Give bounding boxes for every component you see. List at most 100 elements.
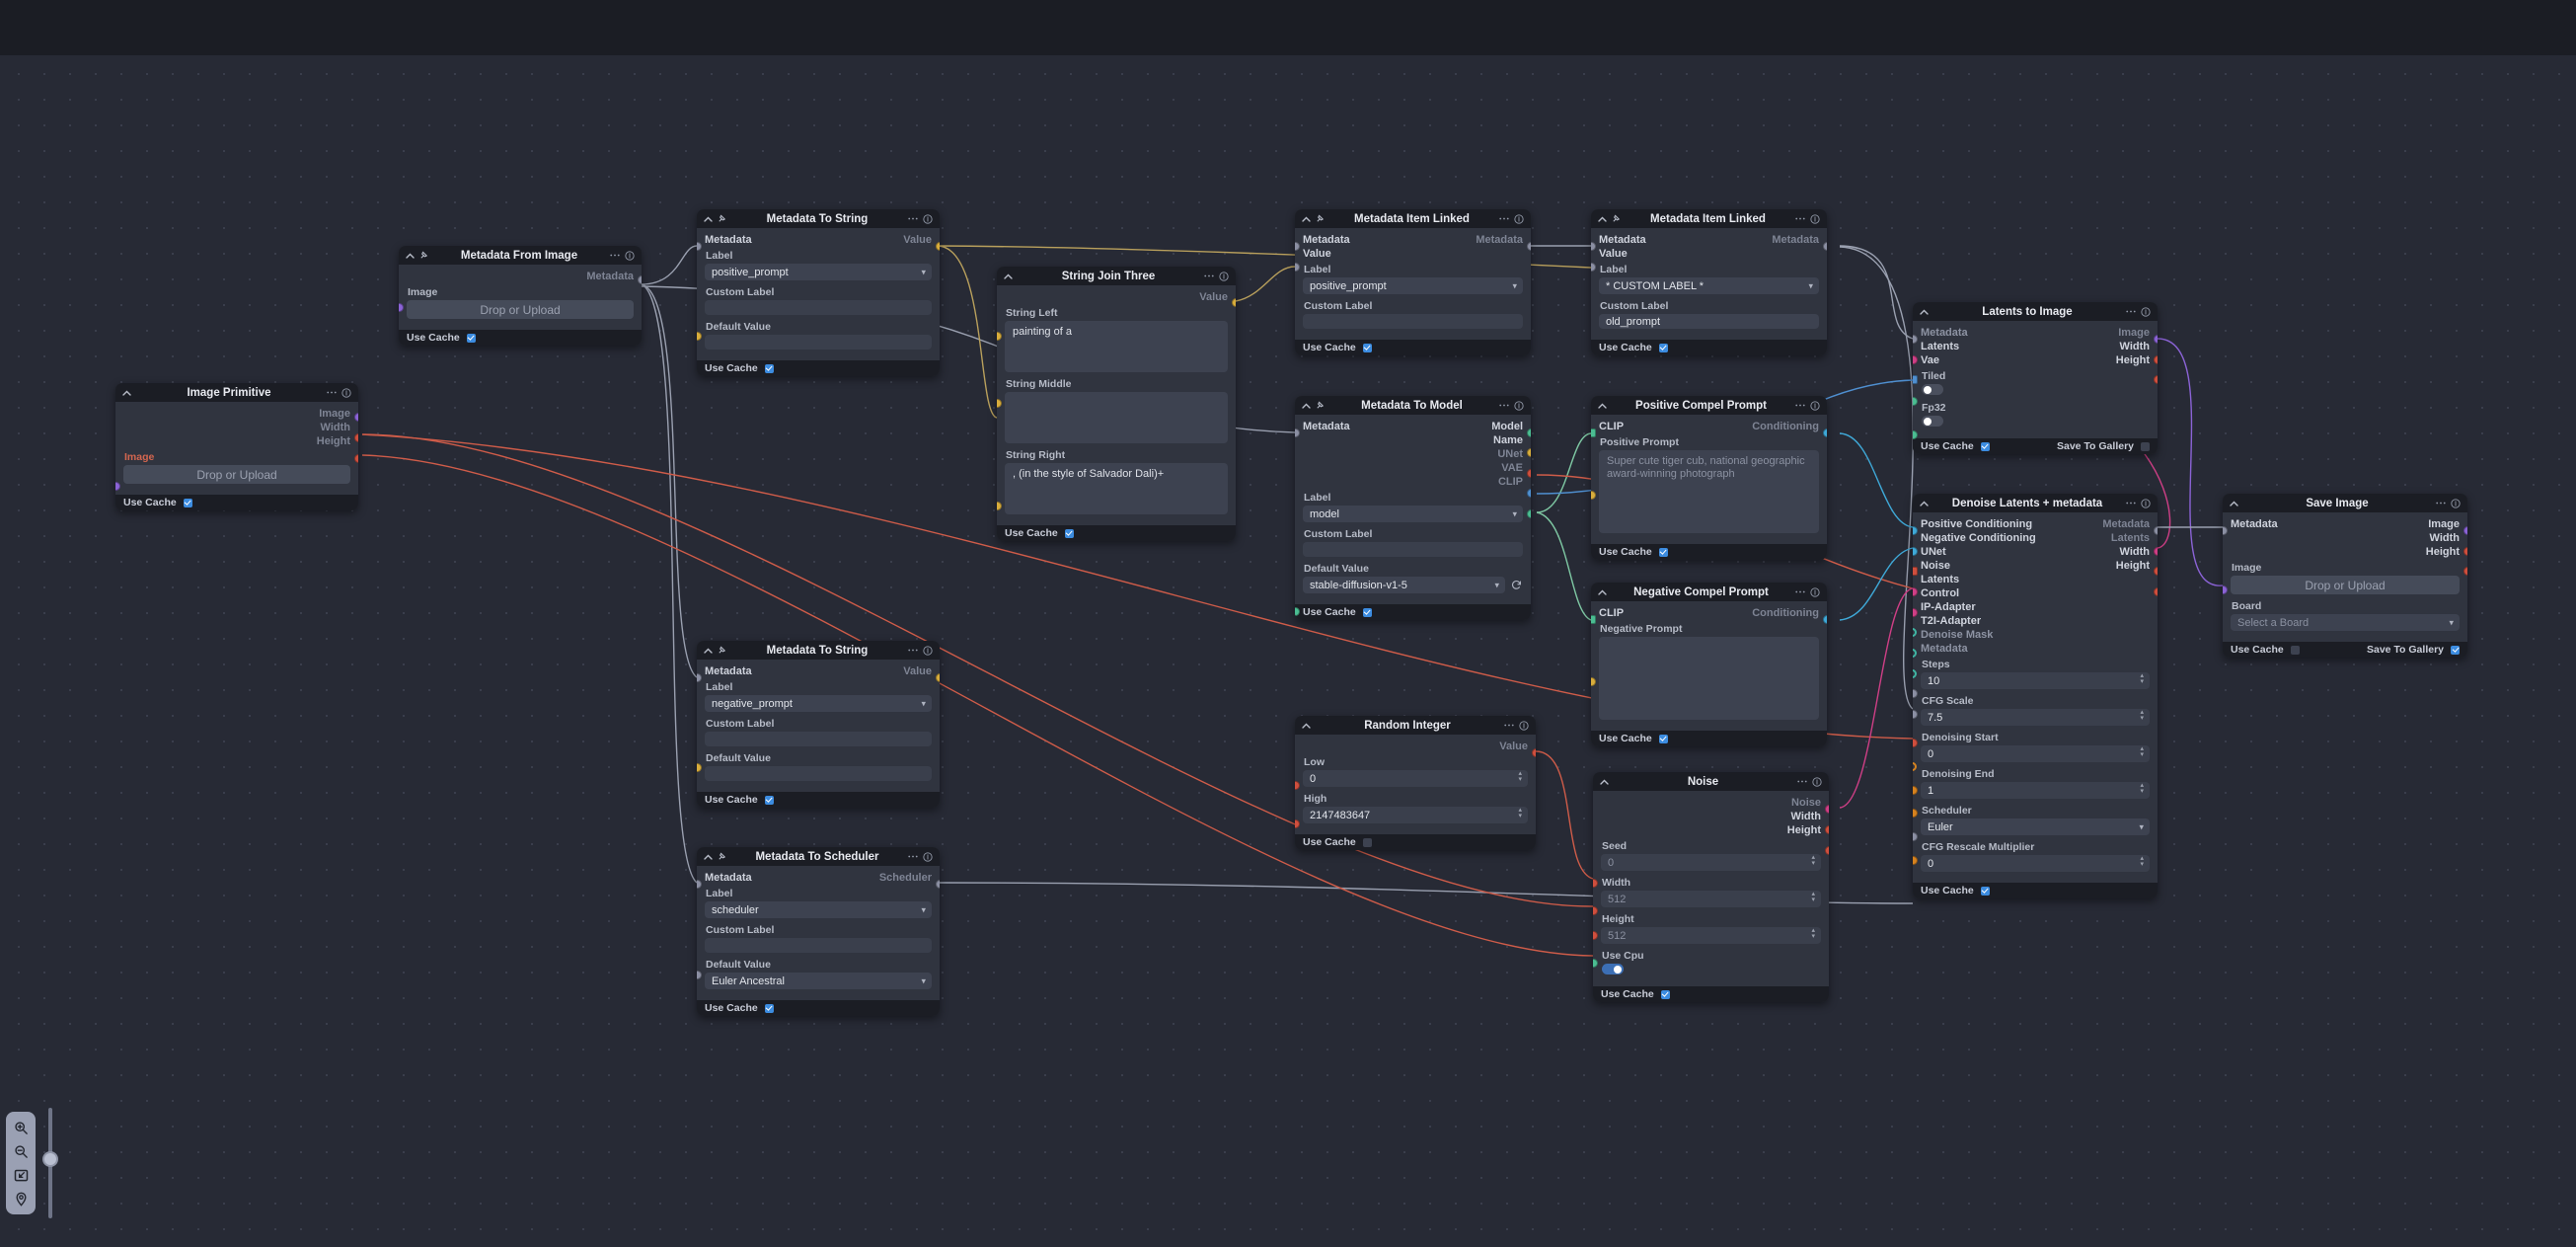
node-menu-icon[interactable] <box>610 254 620 257</box>
collapse-chevron-icon[interactable] <box>1598 403 1607 409</box>
custom-label-input[interactable] <box>705 732 932 746</box>
stepper-icon[interactable]: ▴▾ <box>1811 855 1815 867</box>
node-menu-icon[interactable] <box>908 855 918 858</box>
pin-icon[interactable] <box>1612 214 1621 223</box>
seed-number-input[interactable]: 0▴▾ <box>1601 854 1821 871</box>
use-cache-checkbox[interactable] <box>1659 344 1668 352</box>
node-negative-compel-prompt[interactable]: Negative Compel Prompt CLIP Conditioning… <box>1591 583 1827 746</box>
use-cache-checkbox[interactable] <box>1065 529 1074 538</box>
negative-prompt-textarea[interactable] <box>1599 637 1819 720</box>
node-header[interactable]: Metadata From Image <box>399 246 642 265</box>
collapse-chevron-icon[interactable] <box>704 854 713 860</box>
default-value-input[interactable] <box>705 335 932 350</box>
image-dropzone[interactable]: Drop or Upload <box>2231 576 2460 594</box>
use-cache-checkbox[interactable] <box>1363 838 1372 847</box>
node-header[interactable]: Noise <box>1593 772 1829 791</box>
use-cache-checkbox[interactable] <box>1661 990 1670 999</box>
steps-number-input[interactable]: 10▴▾ <box>1921 672 2150 689</box>
low-number-input[interactable]: 0▴▾ <box>1303 770 1528 787</box>
node-menu-icon[interactable] <box>2126 502 2136 505</box>
info-icon[interactable] <box>1810 587 1820 597</box>
zoom-out-button[interactable] <box>11 1141 31 1161</box>
node-header[interactable]: Save Image <box>2223 494 2467 512</box>
width-number-input[interactable]: 512▴▾ <box>1601 891 1821 907</box>
use-cache-checkbox[interactable] <box>1659 735 1668 743</box>
collapse-chevron-icon[interactable] <box>1920 501 1929 507</box>
node-menu-icon[interactable] <box>1795 217 1805 220</box>
node-menu-icon[interactable] <box>1795 590 1805 593</box>
use-cache-checkbox[interactable] <box>765 1004 774 1013</box>
collapse-chevron-icon[interactable] <box>1598 589 1607 595</box>
collapse-chevron-icon[interactable] <box>2230 501 2238 507</box>
info-icon[interactable] <box>1219 272 1229 281</box>
fit-view-button[interactable] <box>11 1165 31 1185</box>
custom-label-input[interactable] <box>1303 314 1523 329</box>
board-select[interactable]: Select a Board▾ <box>2231 614 2460 631</box>
label-select[interactable]: * CUSTOM LABEL *▾ <box>1599 277 1819 294</box>
node-menu-icon[interactable] <box>1499 217 1509 220</box>
info-icon[interactable] <box>923 214 933 224</box>
node-image-primitive[interactable]: Image Primitive Image Width Height Image… <box>115 383 358 510</box>
node-positive-compel-prompt[interactable]: Positive Compel Prompt CLIP Conditioning… <box>1591 396 1827 560</box>
pin-icon[interactable] <box>1316 401 1325 410</box>
node-menu-icon[interactable] <box>327 391 337 394</box>
default-value-input[interactable] <box>705 766 932 781</box>
use-cache-checkbox[interactable] <box>1981 442 1990 451</box>
node-menu-icon[interactable] <box>908 649 918 652</box>
node-noise[interactable]: Noise Noise Width Height Seed 0▴▾ Width … <box>1593 772 1829 1002</box>
collapse-chevron-icon[interactable] <box>1600 779 1609 785</box>
high-number-input[interactable]: 2147483647▴▾ <box>1303 807 1528 823</box>
node-header[interactable]: Negative Compel Prompt <box>1591 583 1827 601</box>
use-cache-checkbox[interactable] <box>765 364 774 373</box>
info-icon[interactable] <box>625 251 635 261</box>
denoising-start-number-input[interactable]: 0▴▾ <box>1921 745 2150 762</box>
use-cache-checkbox[interactable] <box>1659 548 1668 557</box>
node-save-image[interactable]: Save Image Metadata Image Width Height I… <box>2223 494 2467 658</box>
node-menu-icon[interactable] <box>1204 274 1214 277</box>
node-metadata-to-string-negative[interactable]: Metadata To String Metadata Value Label … <box>697 641 940 808</box>
label-select[interactable]: negative_prompt▾ <box>705 695 932 712</box>
zoom-toolbar[interactable] <box>6 1112 36 1214</box>
info-icon[interactable] <box>1810 401 1820 411</box>
use-cache-checkbox[interactable] <box>765 796 774 805</box>
socket-in-vae[interactable] <box>1913 375 1918 384</box>
node-header[interactable]: Denoise Latents + metadata <box>1913 494 2158 512</box>
denoising-end-number-input[interactable]: 1▴▾ <box>1921 782 2150 799</box>
stepper-icon[interactable]: ▴▾ <box>1518 808 1522 819</box>
node-header[interactable]: Image Primitive <box>115 383 358 402</box>
info-icon[interactable] <box>1812 777 1822 787</box>
stepper-icon[interactable]: ▴▾ <box>1518 771 1522 783</box>
node-header[interactable]: Metadata To String <box>697 641 940 660</box>
node-header[interactable]: Metadata To Scheduler <box>697 847 940 866</box>
collapse-chevron-icon[interactable] <box>1302 403 1311 409</box>
save-to-gallery-checkbox[interactable] <box>2451 646 2460 655</box>
tiled-toggle[interactable] <box>1922 384 1943 395</box>
info-icon[interactable] <box>1810 214 1820 224</box>
info-icon[interactable] <box>2451 499 2461 508</box>
string-left-textarea[interactable]: painting of a <box>1005 321 1228 372</box>
info-icon[interactable] <box>1514 401 1524 411</box>
stepper-icon[interactable]: ▴▾ <box>2140 673 2144 685</box>
cfg-scale-number-input[interactable]: 7.5▴▾ <box>1921 709 2150 726</box>
pin-icon[interactable] <box>718 214 726 223</box>
node-header[interactable]: Metadata To String <box>697 209 940 228</box>
default-value-select[interactable]: stable-diffusion-v1-5▾ <box>1303 577 1505 593</box>
node-header[interactable]: String Join Three <box>997 267 1236 285</box>
scheduler-select[interactable]: Euler▾ <box>1921 818 2150 835</box>
stepper-icon[interactable]: ▴▾ <box>2140 783 2144 795</box>
locate-button[interactable] <box>11 1189 31 1208</box>
use-cache-checkbox[interactable] <box>1363 344 1372 352</box>
stepper-icon[interactable]: ▴▾ <box>2140 856 2144 868</box>
collapse-chevron-icon[interactable] <box>1598 216 1607 222</box>
node-header[interactable]: Metadata To Model <box>1295 396 1531 415</box>
collapse-chevron-icon[interactable] <box>122 390 131 396</box>
stepper-icon[interactable]: ▴▾ <box>2140 710 2144 722</box>
use-cache-checkbox[interactable] <box>2291 646 2300 655</box>
node-menu-icon[interactable] <box>1504 724 1514 727</box>
custom-label-input[interactable] <box>705 938 932 953</box>
refresh-icon[interactable] <box>1509 579 1523 592</box>
stepper-icon[interactable]: ▴▾ <box>2140 746 2144 758</box>
node-denoise-latents[interactable]: Denoise Latents + metadata Positive Cond… <box>1913 494 2158 898</box>
label-select[interactable]: positive_prompt▾ <box>705 264 932 280</box>
custom-label-input[interactable]: old_prompt <box>1599 314 1819 329</box>
